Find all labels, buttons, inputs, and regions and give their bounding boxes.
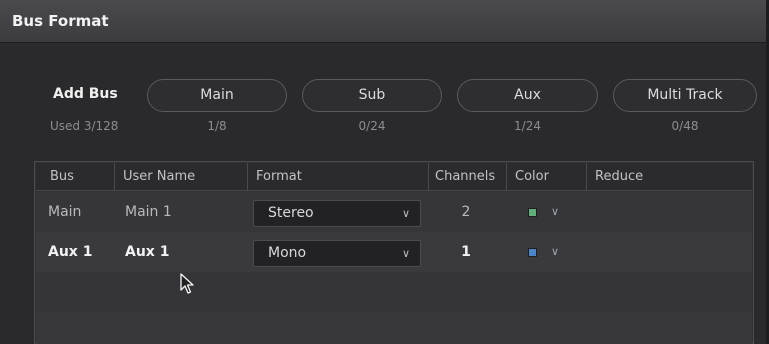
bus-name-cell: Main bbox=[48, 204, 82, 220]
add-bus-label: Add Bus bbox=[53, 86, 118, 102]
bus-table-header: Bus User Name Format Channels Color Redu… bbox=[36, 163, 752, 191]
add-sub-bus-button[interactable]: Sub bbox=[302, 79, 442, 112]
channels-cell: 1 bbox=[461, 244, 471, 260]
column-header-user-name[interactable]: User Name bbox=[114, 163, 247, 191]
main-bus-count: 1/8 bbox=[207, 119, 227, 133]
table-row[interactable]: Main Main 1 Stereo ∨ 2 ∨ bbox=[36, 192, 752, 232]
bus-name-cell: Aux 1 bbox=[48, 244, 93, 260]
user-name-cell[interactable]: Main 1 bbox=[125, 192, 172, 232]
window-titlebar: Bus Format bbox=[0, 0, 769, 43]
add-main-bus-button[interactable]: Main bbox=[147, 79, 287, 112]
format-dropdown-value: Mono bbox=[268, 245, 307, 261]
chevron-down-icon[interactable]: ∨ bbox=[551, 192, 559, 232]
color-swatch[interactable] bbox=[528, 208, 537, 217]
format-dropdown[interactable]: Mono ∨ bbox=[253, 240, 421, 267]
empty-table-row bbox=[36, 312, 752, 344]
column-header-format[interactable]: Format bbox=[247, 163, 428, 191]
add-aux-bus-button[interactable]: Aux bbox=[457, 79, 598, 112]
sub-bus-count: 0/24 bbox=[358, 119, 386, 133]
chevron-down-icon: ∨ bbox=[401, 207, 410, 220]
format-dropdown-value: Stereo bbox=[268, 205, 314, 221]
column-header-reduce[interactable]: Reduce bbox=[586, 163, 752, 191]
column-header-channels[interactable]: Channels bbox=[428, 163, 506, 191]
empty-table-row bbox=[36, 272, 752, 312]
window-title: Bus Format bbox=[12, 12, 109, 30]
chevron-down-icon: ∨ bbox=[401, 247, 410, 260]
format-dropdown[interactable]: Stereo ∨ bbox=[253, 200, 421, 227]
column-header-color[interactable]: Color bbox=[506, 163, 586, 191]
user-name-cell[interactable]: Aux 1 bbox=[125, 232, 169, 272]
multitrack-bus-count: 0/48 bbox=[671, 119, 699, 133]
chevron-down-icon[interactable]: ∨ bbox=[551, 232, 559, 272]
mouse-pointer-icon bbox=[180, 273, 194, 294]
bus-table: Bus User Name Format Channels Color Redu… bbox=[34, 161, 754, 344]
column-header-bus[interactable]: Bus bbox=[42, 163, 114, 191]
color-swatch[interactable] bbox=[528, 248, 537, 257]
add-multitrack-bus-button[interactable]: Multi Track bbox=[613, 79, 757, 112]
aux-bus-count: 1/24 bbox=[514, 119, 541, 133]
channels-cell: 2 bbox=[461, 204, 471, 220]
used-bus-count: Used 3/128 bbox=[50, 119, 119, 133]
table-row[interactable]: Aux 1 Aux 1 Mono ∨ 1 ∨ bbox=[36, 232, 752, 272]
